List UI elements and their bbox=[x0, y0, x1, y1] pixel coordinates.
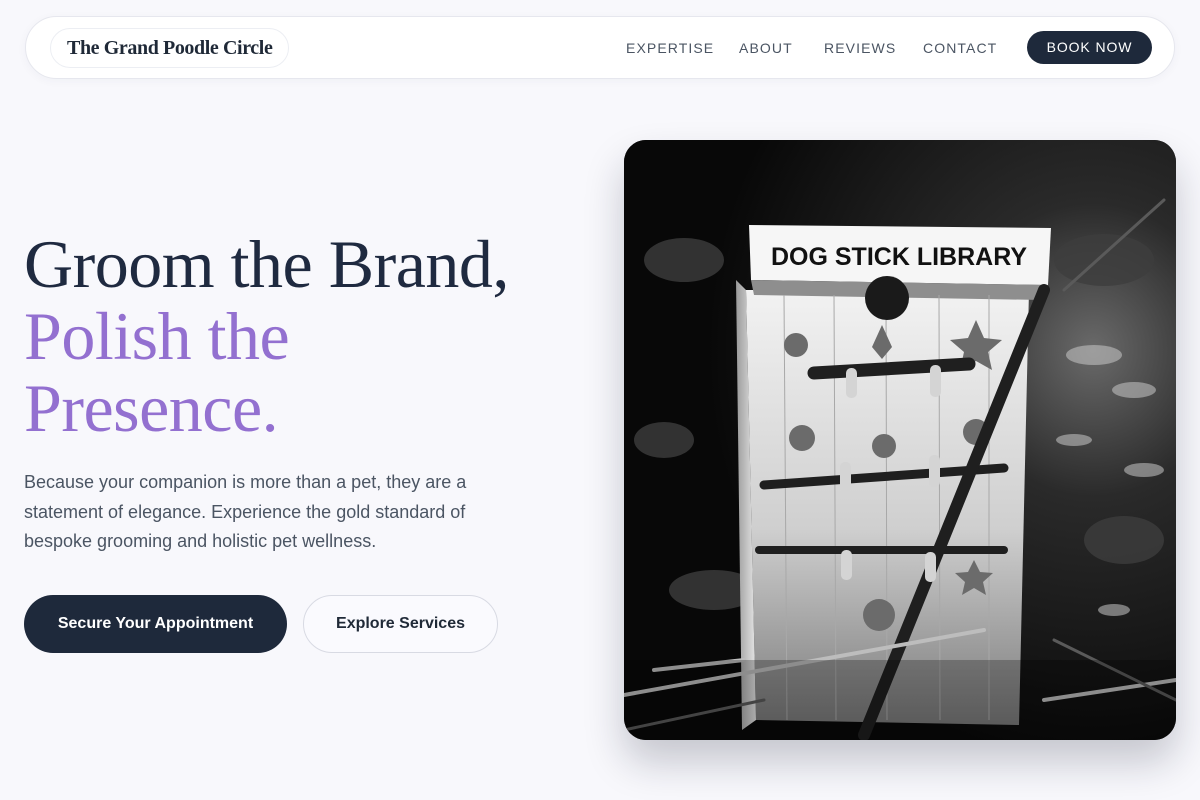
nav-link-expertise[interactable]: EXPERTISE bbox=[626, 40, 714, 56]
secure-appointment-button[interactable]: Secure Your Appointment bbox=[24, 595, 287, 653]
hero-subtext: Because your companion is more than a pe… bbox=[24, 472, 467, 551]
hero-image: DOG STICK LIBRARY bbox=[624, 140, 1176, 740]
book-now-button[interactable]: BOOK NOW bbox=[1027, 31, 1152, 64]
nav-links: EXPERTISE ABOUT REVIEWS CONTACT bbox=[26, 17, 1174, 78]
nav-link-about[interactable]: ABOUT bbox=[739, 40, 793, 56]
explore-services-button[interactable]: Explore Services bbox=[303, 595, 498, 653]
headline-line-1: Groom the Brand, bbox=[24, 226, 509, 302]
headline-line-2: Polish the bbox=[24, 298, 290, 374]
library-sign-text: DOG STICK LIBRARY bbox=[771, 243, 1027, 271]
headline-line-3: Presence. bbox=[24, 370, 279, 446]
nav-link-contact[interactable]: CONTACT bbox=[923, 40, 997, 56]
nav-link-reviews[interactable]: REVIEWS bbox=[824, 40, 896, 56]
hero-headline: Groom the Brand, Polish the Presence. bbox=[24, 228, 584, 444]
top-navbar: The Grand Poodle Circle EXPERTISE ABOUT … bbox=[25, 16, 1175, 79]
dog-stick-library-photo: DOG STICK LIBRARY bbox=[624, 140, 1176, 740]
